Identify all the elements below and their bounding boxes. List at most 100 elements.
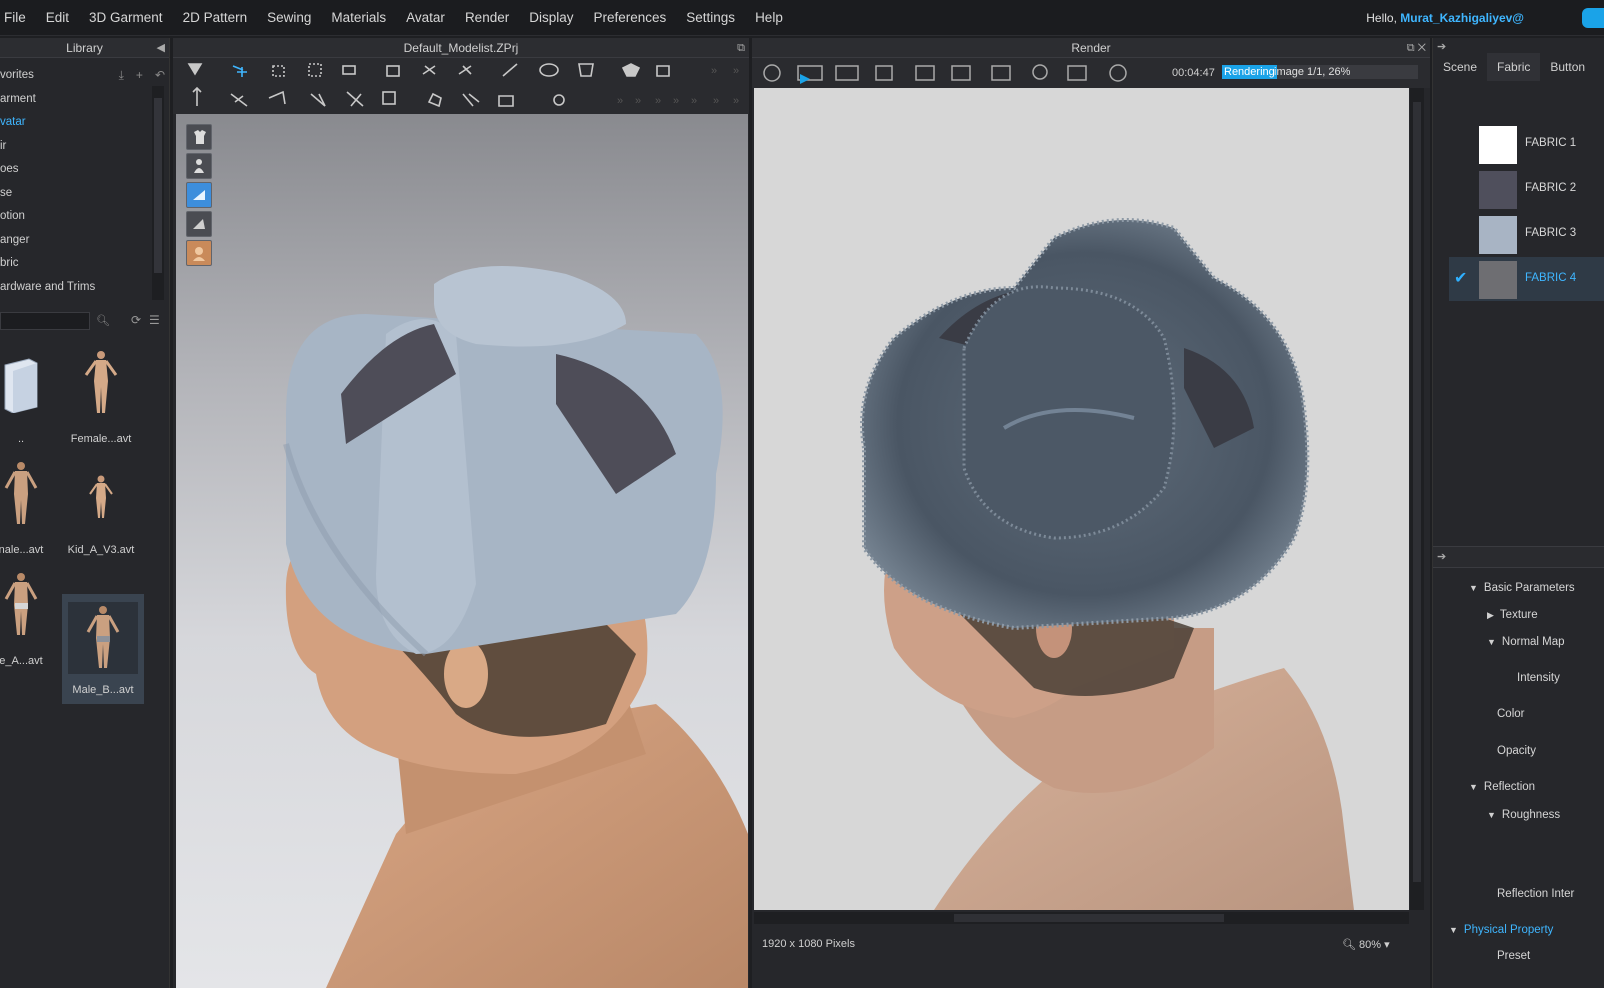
thumbnail-parent-folder[interactable]: ..	[0, 345, 62, 453]
tree-item-fabric[interactable]: bric	[0, 252, 152, 276]
panel-collapse-icon[interactable]: ◀	[157, 38, 165, 58]
menu-3d-garment[interactable]: 3D Garment	[79, 10, 173, 25]
3d-view-title-bar: Default_Modelist.ZPrj ⧉	[173, 38, 749, 58]
chevron-down-icon: ▼	[1469, 782, 1478, 792]
avatar-figure-icon	[84, 351, 118, 413]
render-settings-icon	[991, 65, 1011, 81]
texture-section[interactable]: ▶ Texture	[1487, 609, 1538, 621]
chevron-right-icon: ▶	[1487, 610, 1494, 620]
library-search-input[interactable]	[0, 312, 90, 330]
physical-property-section[interactable]: ▼ Physical Property	[1449, 924, 1553, 936]
tree-item-shoes[interactable]: oes	[0, 158, 152, 182]
3d-toolbar-icons[interactable]: » » » » » » » » »	[173, 58, 749, 114]
thumbnail-male-a-avatar[interactable]: e_A...avt	[0, 567, 62, 675]
menu-avatar[interactable]: Avatar	[396, 10, 455, 25]
opacity-label: Opacity	[1497, 745, 1536, 757]
reflection-section[interactable]: ▼ Reflection	[1469, 781, 1535, 793]
shirt-icon	[621, 63, 641, 77]
user-greeting: Hello, Murat_Kazhigaliyev@	[1366, 11, 1524, 25]
tree-item-garment[interactable]: arment	[0, 88, 152, 112]
fabric-row-1[interactable]: FABRIC 1	[1449, 122, 1604, 166]
render-elapsed-time: 00:04:47	[1172, 67, 1215, 79]
list-view-icon[interactable]: ☰	[149, 313, 160, 327]
panel-expand-icon[interactable]: ➔	[1437, 40, 1446, 53]
tree-item-motion[interactable]: otion	[0, 205, 152, 229]
basic-parameters-section[interactable]: ▼ Basic Parameters	[1469, 582, 1575, 594]
tab-fabric[interactable]: Fabric	[1487, 53, 1541, 81]
render-zoom-dropdown[interactable]: 🔍︎ 80% ▾	[1342, 938, 1390, 951]
thumbnail-male-b-avatar[interactable]: Male_B...avt	[62, 594, 144, 704]
property-editor-header: ➔	[1433, 546, 1604, 568]
checkmark-icon: ✔	[1454, 270, 1468, 287]
download-icon[interactable]: ⤓	[119, 68, 124, 83]
menu-file[interactable]: File	[0, 10, 36, 25]
menu-settings[interactable]: Settings	[676, 10, 745, 25]
search-icon[interactable]: 🔍︎	[96, 314, 110, 327]
svg-text:»: »	[733, 95, 739, 107]
menu-help[interactable]: Help	[745, 10, 793, 25]
chevron-down-icon: ▼	[1449, 925, 1458, 935]
object-browser-tabs: Scene Fabric Button	[1433, 53, 1604, 81]
menu-display[interactable]: Display	[519, 10, 583, 25]
render-canvas[interactable]	[754, 88, 1409, 910]
preset-label: Preset	[1497, 950, 1531, 962]
fabric-row-3[interactable]: FABRIC 3	[1449, 212, 1604, 256]
menu-materials[interactable]: Materials	[321, 10, 396, 25]
back-icon[interactable]: ↶	[155, 68, 165, 83]
tab-scene[interactable]: Scene	[1433, 53, 1488, 81]
menu-2d-pattern[interactable]: 2D Pattern	[173, 10, 258, 25]
render-toolbar-icons[interactable]	[752, 58, 1162, 88]
svg-text:»: »	[713, 95, 719, 107]
target-icon	[553, 94, 565, 106]
folder-icon	[4, 358, 38, 413]
render-title-bar: Render ⧉ ✕	[752, 38, 1430, 58]
fabric-label: FABRIC 1	[1525, 137, 1577, 149]
transform-icon	[308, 63, 322, 77]
select-rect-icon	[272, 65, 285, 77]
thumbnail-female-avatar[interactable]: Female...avt	[60, 345, 142, 453]
tree-item-pose[interactable]: se	[0, 182, 152, 206]
fabric-row-2[interactable]: FABRIC 2	[1449, 167, 1604, 211]
add-icon[interactable]: +	[136, 68, 143, 83]
render-vertical-scrollbar[interactable]	[1410, 88, 1424, 910]
library-title-bar: Library ◀	[0, 38, 169, 58]
username-link[interactable]: Murat_Kazhigaliyev@	[1400, 11, 1524, 25]
object-browser-panel: ➔ Scene Fabric Button FABRIC 1 FABRIC 2 …	[1432, 38, 1604, 988]
camera-icon	[915, 65, 935, 81]
avatar-figure-icon	[86, 606, 120, 668]
section-label: Physical Property	[1463, 924, 1554, 936]
render-panel: Render ⧉ ✕ 00:04:47 Rendering image 1/1,	[752, 38, 1430, 988]
cloud-icon[interactable]	[1582, 8, 1604, 28]
roughness-section[interactable]: ▼ Roughness	[1487, 809, 1560, 821]
thumbnail-kid-avatar[interactable]: Kid_A_V3.avt	[60, 456, 142, 564]
refresh-icon[interactable]: ⟳	[131, 313, 141, 327]
menu-sewing[interactable]: Sewing	[257, 10, 321, 25]
tab-button[interactable]: Button	[1540, 53, 1596, 81]
3d-viewport[interactable]	[176, 114, 748, 988]
move-icon	[187, 63, 203, 76]
tree-item-hardware-trims[interactable]: ardware and Trims	[0, 276, 152, 300]
svg-text:»: »	[655, 95, 661, 107]
normal-map-section[interactable]: ▼ Normal Map	[1487, 636, 1565, 648]
fabric-swatch	[1479, 126, 1517, 164]
svg-text:»: »	[733, 65, 739, 77]
menu-edit[interactable]: Edit	[36, 10, 79, 25]
box-icon	[342, 65, 356, 75]
popout-close-icons[interactable]: ⧉ ✕	[1407, 38, 1426, 58]
panel-expand-icon[interactable]: ➔	[1437, 550, 1446, 563]
select-move-icon	[232, 65, 247, 77]
menu-preferences[interactable]: Preferences	[583, 10, 676, 25]
fabric-label: FABRIC 3	[1525, 227, 1577, 239]
menu-render[interactable]: Render	[455, 10, 519, 25]
section-label: Normal Map	[1501, 636, 1565, 648]
render-horizontal-scrollbar[interactable]	[754, 912, 1409, 924]
fabric-row-4[interactable]: ✔ FABRIC 4	[1449, 257, 1604, 301]
popout-icon[interactable]: ⧉	[737, 38, 745, 58]
tree-item-hanger[interactable]: anger	[0, 229, 152, 253]
thumbnail-male-avatar[interactable]: nale...avt	[0, 456, 62, 564]
pin-icon	[382, 91, 396, 105]
library-tree-scrollbar[interactable]	[152, 86, 164, 300]
tree-item-hair[interactable]: ir	[0, 135, 152, 159]
tree-item-avatar[interactable]: vatar	[0, 111, 152, 135]
intensity-label: Intensity	[1517, 672, 1560, 684]
